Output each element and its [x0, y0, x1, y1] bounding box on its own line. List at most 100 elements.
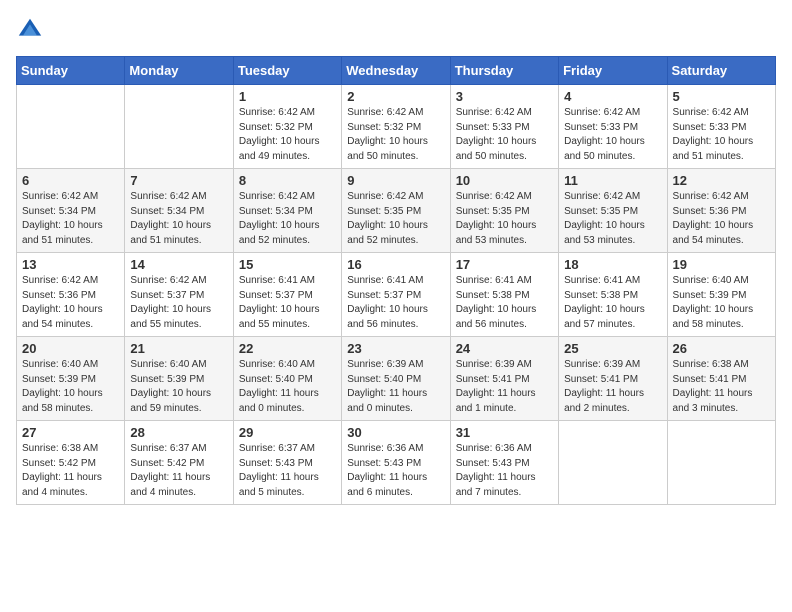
day-info: Sunrise: 6:37 AM Sunset: 5:43 PM Dayligh…: [239, 442, 336, 500]
weekday-header: Friday: [559, 57, 667, 85]
day-info: Sunrise: 6:42 AM Sunset: 5:33 PM Dayligh…: [456, 106, 553, 164]
day-number: 23: [347, 341, 444, 356]
day-number: 2: [347, 89, 444, 104]
calendar-cell: 26 Sunrise: 6:38 AM Sunset: 5:41 PM Dayli…: [667, 337, 775, 421]
day-info: Sunrise: 6:40 AM Sunset: 5:39 PM Dayligh…: [22, 358, 119, 416]
day-info: Sunrise: 6:38 AM Sunset: 5:42 PM Dayligh…: [22, 442, 119, 500]
day-info: Sunrise: 6:40 AM Sunset: 5:39 PM Dayligh…: [673, 274, 770, 332]
day-number: 31: [456, 425, 553, 440]
day-number: 25: [564, 341, 661, 356]
day-number: 10: [456, 173, 553, 188]
weekday-header: Saturday: [667, 57, 775, 85]
day-number: 5: [673, 89, 770, 104]
calendar-cell: 21 Sunrise: 6:40 AM Sunset: 5:39 PM Dayli…: [125, 337, 233, 421]
calendar-cell: 17 Sunrise: 6:41 AM Sunset: 5:38 PM Dayli…: [450, 253, 558, 337]
day-info: Sunrise: 6:41 AM Sunset: 5:38 PM Dayligh…: [564, 274, 661, 332]
day-info: Sunrise: 6:36 AM Sunset: 5:43 PM Dayligh…: [456, 442, 553, 500]
day-info: Sunrise: 6:42 AM Sunset: 5:34 PM Dayligh…: [130, 190, 227, 248]
calendar-week-row: 6 Sunrise: 6:42 AM Sunset: 5:34 PM Daylig…: [17, 169, 776, 253]
calendar-cell: 25 Sunrise: 6:39 AM Sunset: 5:41 PM Dayli…: [559, 337, 667, 421]
day-number: 4: [564, 89, 661, 104]
day-info: Sunrise: 6:40 AM Sunset: 5:39 PM Dayligh…: [130, 358, 227, 416]
day-number: 29: [239, 425, 336, 440]
calendar-cell: 14 Sunrise: 6:42 AM Sunset: 5:37 PM Dayli…: [125, 253, 233, 337]
calendar-cell: 8 Sunrise: 6:42 AM Sunset: 5:34 PM Daylig…: [233, 169, 341, 253]
day-number: 19: [673, 257, 770, 272]
calendar-cell: 9Sunrise: 6:42 AM Sunset: 5:35 PM Daylig…: [342, 169, 450, 253]
page-header: [16, 16, 776, 44]
calendar-table: SundayMondayTuesdayWednesdayThursdayFrid…: [16, 56, 776, 505]
day-info: Sunrise: 6:42 AM Sunset: 5:36 PM Dayligh…: [673, 190, 770, 248]
calendar-cell: 13Sunrise: 6:42 AM Sunset: 5:36 PM Dayli…: [17, 253, 125, 337]
calendar-week-row: 27 Sunrise: 6:38 AM Sunset: 5:42 PM Dayli…: [17, 421, 776, 505]
day-info: Sunrise: 6:42 AM Sunset: 5:35 PM Dayligh…: [564, 190, 661, 248]
day-info: Sunrise: 6:37 AM Sunset: 5:42 PM Dayligh…: [130, 442, 227, 500]
day-info: Sunrise: 6:42 AM Sunset: 5:37 PM Dayligh…: [130, 274, 227, 332]
day-info: Sunrise: 6:42 AM Sunset: 5:33 PM Dayligh…: [564, 106, 661, 164]
day-number: 1: [239, 89, 336, 104]
calendar-cell: 20 Sunrise: 6:40 AM Sunset: 5:39 PM Dayli…: [17, 337, 125, 421]
day-number: 3: [456, 89, 553, 104]
day-number: 28: [130, 425, 227, 440]
day-info: Sunrise: 6:41 AM Sunset: 5:37 PM Dayligh…: [239, 274, 336, 332]
weekday-header: Thursday: [450, 57, 558, 85]
calendar-cell: 15 Sunrise: 6:41 AM Sunset: 5:37 PM Dayli…: [233, 253, 341, 337]
day-info: Sunrise: 6:38 AM Sunset: 5:41 PM Dayligh…: [673, 358, 770, 416]
day-number: 26: [673, 341, 770, 356]
day-number: 21: [130, 341, 227, 356]
logo-icon: [16, 16, 44, 44]
day-info: Sunrise: 6:42 AM Sunset: 5:32 PM Dayligh…: [239, 106, 336, 164]
calendar-cell: 2 Sunrise: 6:42 AM Sunset: 5:32 PM Daylig…: [342, 85, 450, 169]
weekday-header: Wednesday: [342, 57, 450, 85]
logo: [16, 16, 48, 44]
day-info: Sunrise: 6:39 AM Sunset: 5:41 PM Dayligh…: [564, 358, 661, 416]
day-number: 15: [239, 257, 336, 272]
day-number: 6: [22, 173, 119, 188]
calendar-cell: [559, 421, 667, 505]
day-info: Sunrise: 6:42 AM Sunset: 5:34 PM Dayligh…: [239, 190, 336, 248]
weekday-header: Sunday: [17, 57, 125, 85]
calendar-week-row: 1 Sunrise: 6:42 AM Sunset: 5:32 PM Daylig…: [17, 85, 776, 169]
calendar-cell: 7 Sunrise: 6:42 AM Sunset: 5:34 PM Daylig…: [125, 169, 233, 253]
calendar-cell: 4 Sunrise: 6:42 AM Sunset: 5:33 PM Daylig…: [559, 85, 667, 169]
day-number: 17: [456, 257, 553, 272]
calendar-cell: [667, 421, 775, 505]
day-info: Sunrise: 6:41 AM Sunset: 5:37 PM Dayligh…: [347, 274, 444, 332]
day-number: 27: [22, 425, 119, 440]
day-number: 30: [347, 425, 444, 440]
day-number: 24: [456, 341, 553, 356]
calendar-week-row: 20 Sunrise: 6:40 AM Sunset: 5:39 PM Dayli…: [17, 337, 776, 421]
weekday-header: Monday: [125, 57, 233, 85]
day-info: Sunrise: 6:39 AM Sunset: 5:40 PM Dayligh…: [347, 358, 444, 416]
calendar-cell: 31 Sunrise: 6:36 AM Sunset: 5:43 PM Dayli…: [450, 421, 558, 505]
day-info: Sunrise: 6:42 AM Sunset: 5:34 PM Dayligh…: [22, 190, 119, 248]
calendar-cell: 1 Sunrise: 6:42 AM Sunset: 5:32 PM Daylig…: [233, 85, 341, 169]
day-info: Sunrise: 6:40 AM Sunset: 5:40 PM Dayligh…: [239, 358, 336, 416]
day-number: 16: [347, 257, 444, 272]
day-number: 13: [22, 257, 119, 272]
day-info: Sunrise: 6:41 AM Sunset: 5:38 PM Dayligh…: [456, 274, 553, 332]
calendar-cell: 22 Sunrise: 6:40 AM Sunset: 5:40 PM Dayli…: [233, 337, 341, 421]
calendar-cell: [17, 85, 125, 169]
calendar-cell: 5 Sunrise: 6:42 AM Sunset: 5:33 PM Daylig…: [667, 85, 775, 169]
day-number: 14: [130, 257, 227, 272]
day-number: 11: [564, 173, 661, 188]
weekday-header-row: SundayMondayTuesdayWednesdayThursdayFrid…: [17, 57, 776, 85]
calendar-cell: 12 Sunrise: 6:42 AM Sunset: 5:36 PM Dayli…: [667, 169, 775, 253]
day-number: 22: [239, 341, 336, 356]
day-info: Sunrise: 6:36 AM Sunset: 5:43 PM Dayligh…: [347, 442, 444, 500]
calendar-cell: 29 Sunrise: 6:37 AM Sunset: 5:43 PM Dayli…: [233, 421, 341, 505]
weekday-header: Tuesday: [233, 57, 341, 85]
day-info: Sunrise: 6:42 AM Sunset: 5:32 PM Dayligh…: [347, 106, 444, 164]
day-number: 18: [564, 257, 661, 272]
day-number: 20: [22, 341, 119, 356]
day-info: Sunrise: 6:42 AM Sunset: 5:33 PM Dayligh…: [673, 106, 770, 164]
day-number: 7: [130, 173, 227, 188]
calendar-cell: 30 Sunrise: 6:36 AM Sunset: 5:43 PM Dayli…: [342, 421, 450, 505]
calendar-cell: [125, 85, 233, 169]
calendar-cell: 6 Sunrise: 6:42 AM Sunset: 5:34 PM Daylig…: [17, 169, 125, 253]
day-number: 8: [239, 173, 336, 188]
calendar-cell: 23 Sunrise: 6:39 AM Sunset: 5:40 PM Dayli…: [342, 337, 450, 421]
calendar-cell: 16 Sunrise: 6:41 AM Sunset: 5:37 PM Dayli…: [342, 253, 450, 337]
day-number: 12: [673, 173, 770, 188]
